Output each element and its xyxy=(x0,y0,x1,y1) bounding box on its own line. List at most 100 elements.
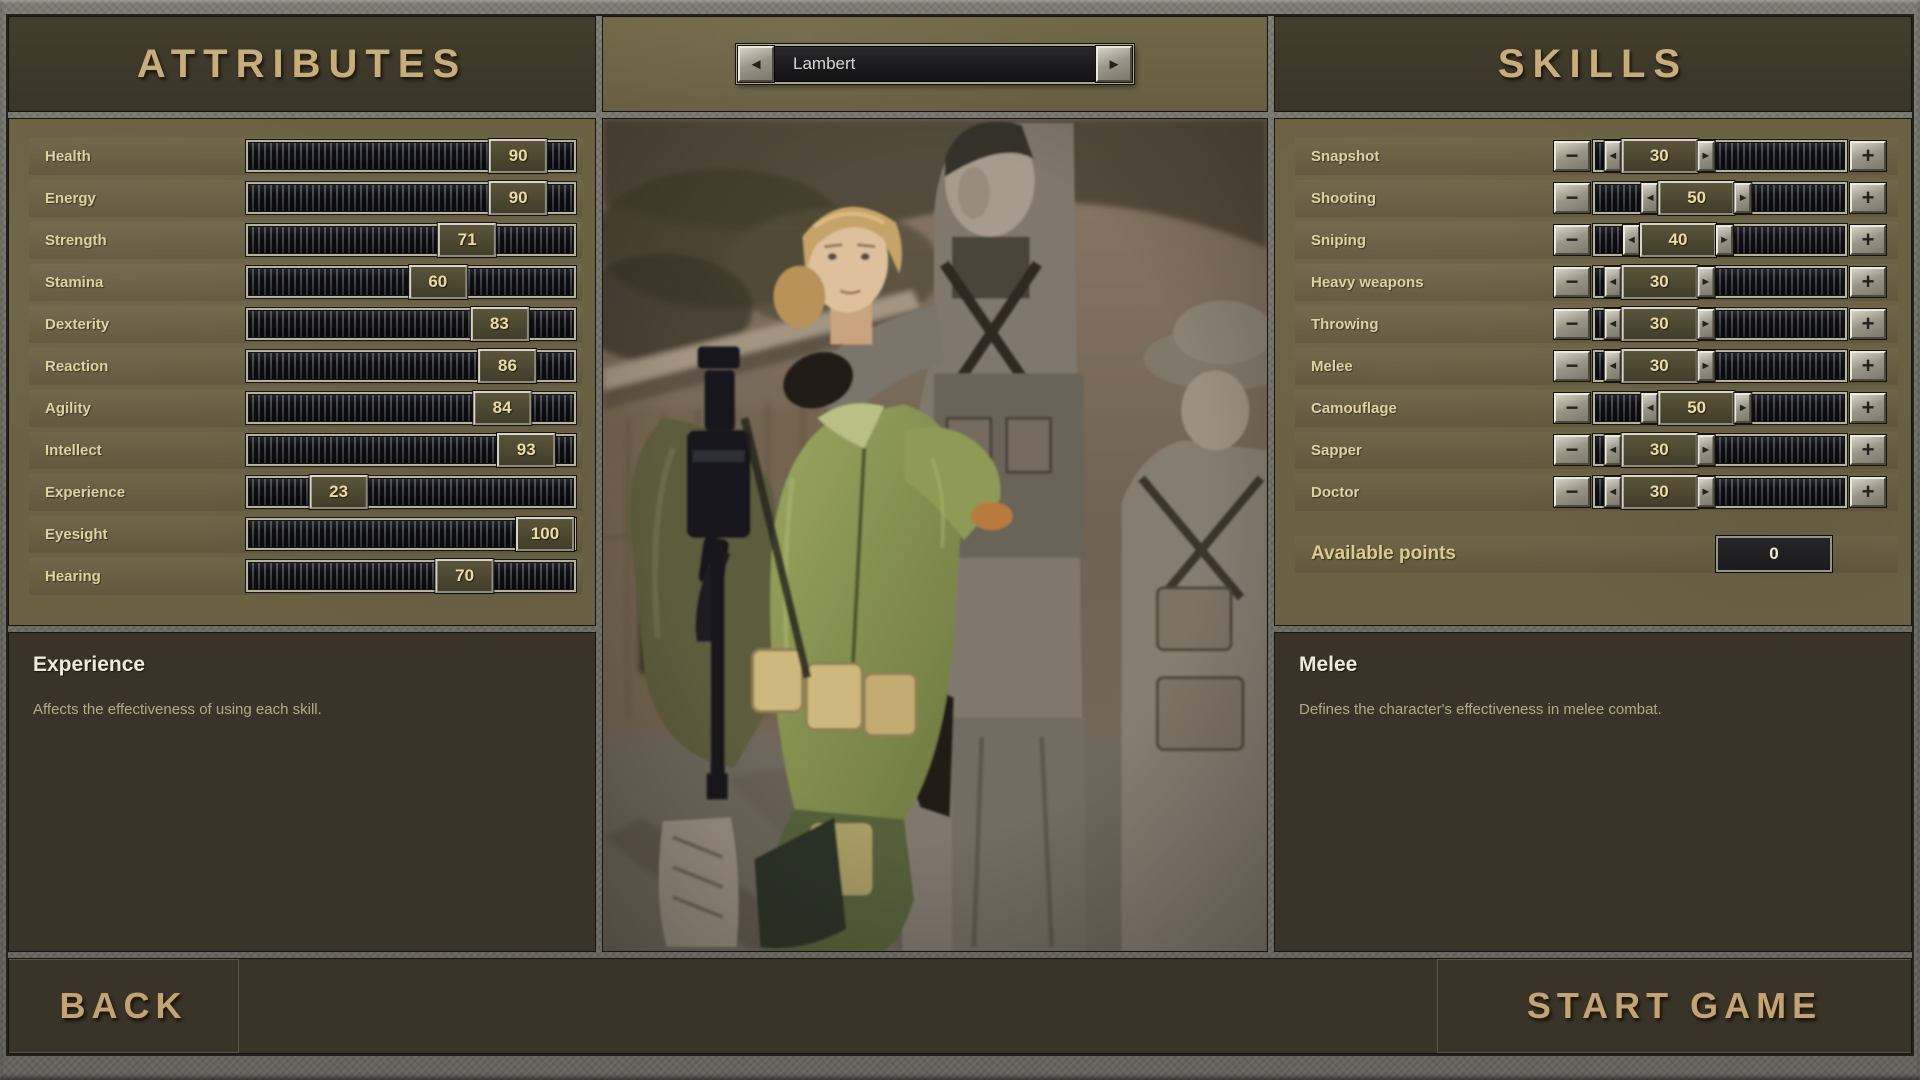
thumb-left-button[interactable]: ◄ xyxy=(1641,393,1659,423)
attribute-label: Energy xyxy=(45,189,96,207)
attribute-label: Hearing xyxy=(45,567,101,585)
thumb-left-button[interactable]: ◄ xyxy=(1604,435,1622,465)
skill-increase-button[interactable]: + xyxy=(1850,225,1886,255)
attribute-slider-thumb[interactable]: 86 xyxy=(478,349,537,383)
thumb-right-button[interactable]: ► xyxy=(1697,141,1715,171)
skill-increase-button[interactable]: + xyxy=(1850,309,1886,339)
skill-slider-track[interactable]: ◄ 30 ► xyxy=(1593,349,1847,383)
skill-decrease-button[interactable]: − xyxy=(1554,393,1590,423)
thumb-left-button[interactable]: ◄ xyxy=(1641,183,1659,213)
skill-slider-track[interactable]: ◄ 30 ► xyxy=(1593,307,1847,341)
skill-slider-track[interactable]: ◄ 30 ► xyxy=(1593,265,1847,299)
attribute-slider[interactable]: 86 xyxy=(246,349,576,383)
attribute-slider[interactable]: 70 xyxy=(246,559,576,593)
skill-slider-track[interactable]: ◄ 50 ► xyxy=(1593,181,1847,215)
small-right-arrow-icon: ► xyxy=(1700,486,1712,498)
skill-slider-thumb[interactable]: ◄ 50 ► xyxy=(1641,391,1752,425)
skill-slider-thumb[interactable]: ◄ 30 ► xyxy=(1604,349,1715,383)
thumb-right-button[interactable]: ► xyxy=(1697,435,1715,465)
skill-slider-track[interactable]: ◄ 30 ► xyxy=(1593,475,1847,509)
skill-slider-thumb[interactable]: ◄ 30 ► xyxy=(1604,475,1715,509)
skill-increase-button[interactable]: + xyxy=(1850,393,1886,423)
skill-increase-button[interactable]: + xyxy=(1850,141,1886,171)
attribute-row: Dexterity 83 xyxy=(29,305,582,343)
skill-decrease-button[interactable]: − xyxy=(1554,309,1590,339)
skill-increase-button[interactable]: + xyxy=(1850,183,1886,213)
skill-slider-thumb[interactable]: ◄ 50 ► xyxy=(1641,181,1752,215)
thumb-right-button[interactable]: ► xyxy=(1697,267,1715,297)
skill-increase-button[interactable]: + xyxy=(1850,351,1886,381)
skill-slider-track[interactable]: ◄ 30 ► xyxy=(1593,139,1847,173)
attribute-slider[interactable]: 83 xyxy=(246,307,576,341)
skill-slider-thumb[interactable]: ◄ 30 ► xyxy=(1604,307,1715,341)
thumb-left-button[interactable]: ◄ xyxy=(1604,309,1622,339)
thumb-right-button[interactable]: ► xyxy=(1734,183,1752,213)
thumb-left-button[interactable]: ◄ xyxy=(1604,141,1622,171)
skill-label: Sapper xyxy=(1311,441,1362,459)
skill-slider-thumb[interactable]: ◄ 30 ► xyxy=(1604,265,1715,299)
skill-label: Sniping xyxy=(1311,231,1366,249)
skill-row: Melee − ◄ 30 ► + xyxy=(1295,347,1898,385)
thumb-left-button[interactable]: ◄ xyxy=(1604,477,1622,507)
back-button[interactable]: BACK xyxy=(9,959,239,1053)
skill-slider: − ◄ 30 ► + xyxy=(1554,265,1886,299)
skill-decrease-button[interactable]: − xyxy=(1554,225,1590,255)
start-game-button[interactable]: START GAME xyxy=(1437,959,1911,1053)
attribute-slider[interactable]: 90 xyxy=(246,139,576,173)
thumb-right-button[interactable]: ► xyxy=(1697,309,1715,339)
attributes-title: ATTRIBUTES xyxy=(136,41,468,86)
attribute-row: Strength 71 xyxy=(29,221,582,259)
skill-slider-thumb[interactable]: ◄ 30 ► xyxy=(1604,139,1715,173)
skill-slider-thumb[interactable]: ◄ 30 ► xyxy=(1604,433,1715,467)
skill-increase-button[interactable]: + xyxy=(1850,435,1886,465)
attribute-row: Stamina 60 xyxy=(29,263,582,301)
skill-slider-track[interactable]: ◄ 30 ► xyxy=(1593,433,1847,467)
character-name-field[interactable]: Lambert xyxy=(774,46,1096,82)
attribute-slider[interactable]: 71 xyxy=(246,223,576,257)
skill-decrease-button[interactable]: − xyxy=(1554,267,1590,297)
thumb-right-button[interactable]: ► xyxy=(1734,393,1752,423)
skill-slider: − ◄ 50 ► + xyxy=(1554,181,1886,215)
skill-decrease-button[interactable]: − xyxy=(1554,477,1590,507)
skill-slider: − ◄ 30 ► + xyxy=(1554,349,1886,383)
attribute-slider-thumb[interactable]: 60 xyxy=(408,265,467,299)
skill-decrease-button[interactable]: − xyxy=(1554,351,1590,381)
attribute-slider[interactable]: 84 xyxy=(246,391,576,425)
attribute-slider-thumb[interactable]: 90 xyxy=(489,181,548,215)
attribute-slider-thumb[interactable]: 23 xyxy=(309,475,368,509)
attribute-slider[interactable]: 93 xyxy=(246,433,576,467)
previous-character-button[interactable]: ◄ xyxy=(738,46,774,82)
attribute-slider-thumb[interactable]: 93 xyxy=(497,433,556,467)
thumb-left-button[interactable]: ◄ xyxy=(1604,351,1622,381)
skill-decrease-button[interactable]: − xyxy=(1554,435,1590,465)
skill-increase-button[interactable]: + xyxy=(1850,267,1886,297)
attribute-slider[interactable]: 23 xyxy=(246,475,576,509)
attribute-slider[interactable]: 100 xyxy=(246,517,576,551)
thumb-right-button[interactable]: ► xyxy=(1716,225,1733,255)
small-right-arrow-icon: ► xyxy=(1737,402,1749,414)
attribute-slider-thumb[interactable]: 71 xyxy=(438,223,497,257)
attribute-slider-thumb[interactable]: 90 xyxy=(489,139,548,173)
thumb-right-button[interactable]: ► xyxy=(1697,477,1715,507)
attribute-label: Agility xyxy=(45,399,91,417)
skill-slider: − ◄ 30 ► + xyxy=(1554,475,1886,509)
attribute-slider[interactable]: 60 xyxy=(246,265,576,299)
thumb-left-button[interactable]: ◄ xyxy=(1623,225,1640,255)
skill-decrease-button[interactable]: − xyxy=(1554,141,1590,171)
skill-slider-track[interactable]: ◄ 40 ► xyxy=(1593,223,1847,257)
attribute-row: Reaction 86 xyxy=(29,347,582,385)
attribute-slider-thumb[interactable]: 84 xyxy=(473,391,532,425)
skill-value: 50 xyxy=(1658,181,1735,215)
thumb-right-button[interactable]: ► xyxy=(1697,351,1715,381)
attribute-slider-thumb[interactable]: 100 xyxy=(516,517,574,551)
skill-slider-track[interactable]: ◄ 50 ► xyxy=(1593,391,1847,425)
attribute-slider[interactable]: 90 xyxy=(246,181,576,215)
attribute-slider-thumb[interactable]: 83 xyxy=(470,307,529,341)
next-character-button[interactable]: ► xyxy=(1096,46,1132,82)
thumb-left-button[interactable]: ◄ xyxy=(1604,267,1622,297)
skill-decrease-button[interactable]: − xyxy=(1554,183,1590,213)
skill-slider-thumb[interactable]: ◄ 40 ► xyxy=(1623,223,1733,257)
small-right-arrow-icon: ► xyxy=(1700,276,1712,288)
skill-increase-button[interactable]: + xyxy=(1850,477,1886,507)
attribute-slider-thumb[interactable]: 70 xyxy=(435,559,494,593)
